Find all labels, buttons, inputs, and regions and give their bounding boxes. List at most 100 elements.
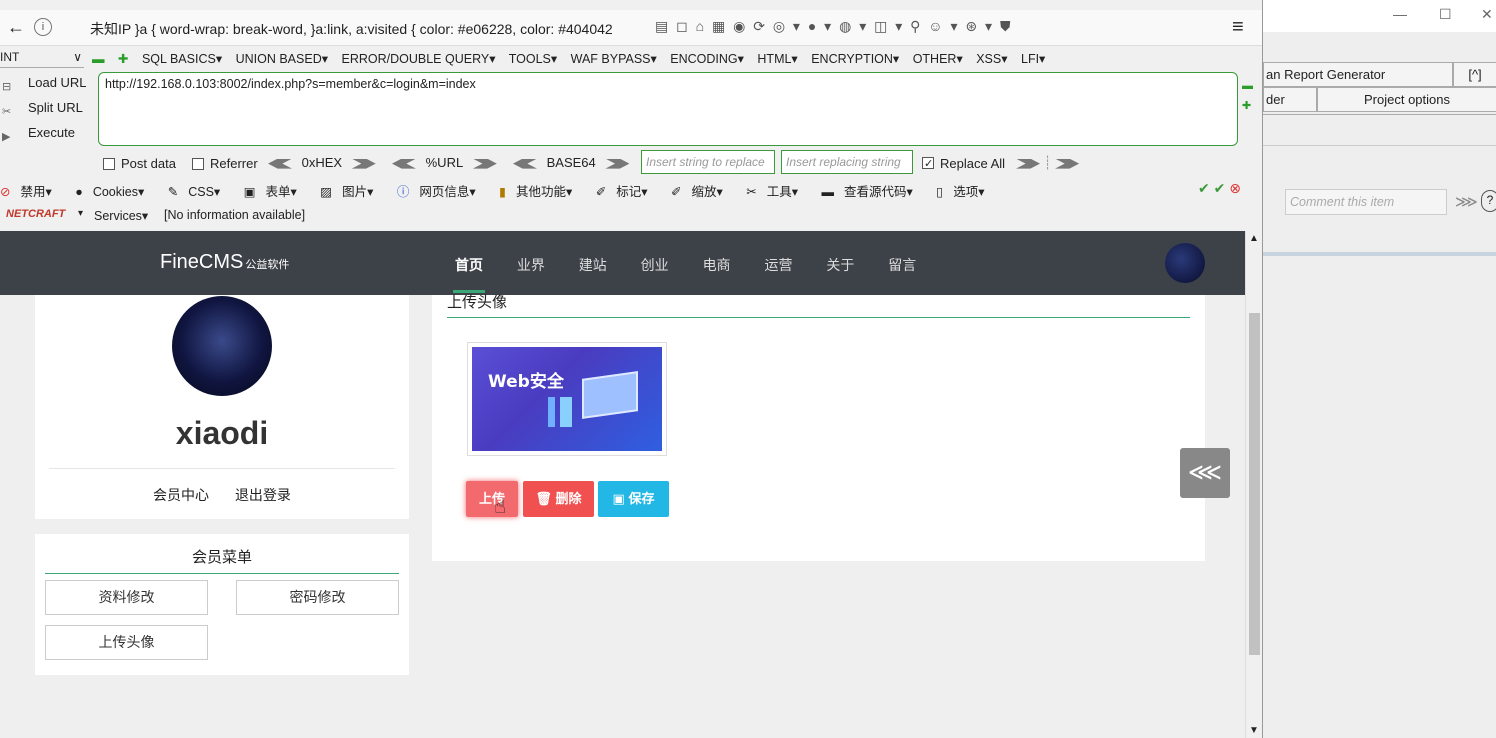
toolbar-extension-icons[interactable]: ▤ ◻ ⌂ ▦ ◉ ⟳ ◎ ▾ ● ▾ ◍ ▾ ◫ ▾ ⚲ ☺ ▾ ⊛ ▾ ⛊ bbox=[655, 18, 1012, 35]
nav-home[interactable]: 首页 bbox=[455, 257, 483, 273]
nav-startup[interactable]: 创业 bbox=[641, 257, 669, 273]
preview-monitor bbox=[582, 371, 638, 419]
menu-encryption[interactable]: ENCRYPTION▾ bbox=[811, 52, 899, 66]
plus-icon[interactable]: ✚ bbox=[118, 52, 128, 66]
menu-password-edit[interactable]: 密码修改 bbox=[236, 580, 399, 615]
nav-operations[interactable]: 运营 bbox=[764, 257, 792, 273]
menu-xss[interactable]: XSS▾ bbox=[976, 52, 1007, 66]
close-icon[interactable]: ✕ bbox=[1481, 6, 1493, 23]
webdev-disable[interactable]: ⊘ 禁用▾ bbox=[0, 185, 62, 199]
replace-string-input[interactable]: Insert string to replace bbox=[641, 150, 775, 174]
nav-build-site[interactable]: 建站 bbox=[579, 257, 607, 273]
menu-tools[interactable]: TOOLS▾ bbox=[509, 52, 557, 66]
arrow-right-icon[interactable] bbox=[1016, 158, 1040, 169]
minimize-icon[interactable]: — bbox=[1393, 6, 1407, 22]
url-box-controls[interactable]: ▬ ✚ bbox=[1242, 76, 1253, 116]
load-url-button[interactable]: ⊟ Load URL bbox=[0, 72, 96, 97]
tab-report-generator[interactable]: an Report Generator bbox=[1263, 62, 1453, 87]
check-icon[interactable]: ✔ bbox=[1214, 180, 1226, 196]
menu-upload-avatar[interactable]: 上传头像 bbox=[45, 625, 208, 660]
member-center-link[interactable]: 会员中心 bbox=[153, 487, 209, 503]
address-text[interactable]: 未知IP }a { word-wrap: break-word, }a:link… bbox=[90, 19, 650, 39]
menu-waf-bypass[interactable]: WAF BYPASS▾ bbox=[571, 52, 657, 66]
arrow-right-icon[interactable] bbox=[351, 158, 376, 169]
minus-icon[interactable]: ▬ bbox=[92, 52, 105, 66]
logout-link[interactable]: 退出登录 bbox=[235, 487, 291, 503]
replace-all-checkbox[interactable]: Replace All bbox=[922, 156, 1005, 171]
plus-icon[interactable]: ✚ bbox=[1242, 96, 1253, 116]
nav-message[interactable]: 留言 bbox=[888, 257, 916, 273]
execute-button[interactable]: ▶ Execute bbox=[0, 122, 96, 147]
hackbar-url-textarea[interactable]: http://192.168.0.103:8002/index.php?s=me… bbox=[98, 72, 1238, 146]
webdev-outline[interactable]: ✐ 标记▾ bbox=[596, 185, 658, 199]
replace-input-wrap: Insert string to replace bbox=[641, 150, 775, 174]
webdev-resize[interactable]: ✐ 缩放▾ bbox=[671, 185, 733, 199]
netcraft-logo[interactable]: NETCRAFT bbox=[6, 208, 65, 220]
nav-industry[interactable]: 业界 bbox=[517, 257, 545, 273]
scroll-thumb[interactable] bbox=[1249, 313, 1260, 655]
hex-label: 0xHEX bbox=[301, 155, 343, 170]
load-url-label: Load URL bbox=[28, 75, 87, 90]
chevron-down-icon[interactable]: ▾ bbox=[78, 208, 83, 219]
check-icon[interactable]: ✔ bbox=[1198, 180, 1210, 196]
webdev-options[interactable]: ▯ 选项▾ bbox=[936, 185, 994, 199]
menu-error-double-query[interactable]: ERROR/DOUBLE QUERY▾ bbox=[341, 52, 495, 66]
site-brand[interactable]: FineCMS 公益软件 bbox=[160, 251, 289, 274]
replacing-string-input[interactable]: Insert replacing string bbox=[781, 150, 913, 174]
menu-sql-basics[interactable]: SQL BASICS▾ bbox=[142, 52, 222, 66]
arrow-right-icon[interactable] bbox=[1055, 158, 1080, 169]
scroll-down-icon[interactable]: ▼ bbox=[1249, 725, 1259, 736]
webdev-items: ⊘ 禁用▾ ● Cookies▾ ✎ CSS▾ ▣ 表单▾ ▨ 图片▾ ⓘ 网页信息▾ ▮ 其… bbox=[0, 181, 1004, 200]
delete-button[interactable]: 🗑 删除 bbox=[523, 481, 594, 517]
arrow-left-icon[interactable] bbox=[392, 158, 416, 169]
menu-profile-edit[interactable]: 资料修改 bbox=[45, 580, 208, 615]
arrow-left-icon[interactable] bbox=[268, 158, 292, 169]
page-scrollbar[interactable]: ▲ ▼ bbox=[1245, 231, 1262, 738]
webdev-view-source[interactable]: ▬ 查看源代码▾ bbox=[822, 185, 923, 199]
monitor-icon: ▬ bbox=[821, 185, 835, 199]
webdev-tools[interactable]: ✂ 工具▾ bbox=[746, 185, 808, 199]
arrow-right-icon[interactable] bbox=[605, 158, 630, 169]
menu-html[interactable]: HTML▾ bbox=[757, 52, 797, 66]
divider bbox=[1263, 252, 1496, 256]
resize-icon: ✐ bbox=[671, 185, 682, 199]
minus-icon[interactable]: ▬ bbox=[1242, 76, 1253, 96]
menu-encoding[interactable]: ENCODING▾ bbox=[670, 52, 744, 66]
nav-about[interactable]: 关于 bbox=[826, 257, 854, 273]
menu-union-based[interactable]: UNION BASED▾ bbox=[236, 52, 328, 66]
webdev-forms[interactable]: ▣ 表单▾ bbox=[244, 185, 307, 199]
upload-button[interactable]: 上传 bbox=[466, 481, 518, 517]
nav-ecommerce[interactable]: 电商 bbox=[703, 257, 731, 273]
divider bbox=[49, 468, 395, 469]
user-avatar[interactable] bbox=[1165, 243, 1205, 283]
menu-other[interactable]: OTHER▾ bbox=[913, 52, 963, 66]
tab-project-options[interactable]: Project options bbox=[1317, 87, 1496, 112]
webdev-css[interactable]: ✎ CSS▾ bbox=[168, 185, 230, 199]
highlight-icon[interactable]: ⋙ bbox=[1455, 192, 1478, 212]
arrow-left-icon[interactable] bbox=[513, 158, 537, 169]
webdev-misc[interactable]: ▮ 其他功能▾ bbox=[499, 185, 582, 199]
webdev-images[interactable]: ▨ 图片▾ bbox=[320, 185, 383, 199]
share-button[interactable]: ⋘ bbox=[1180, 448, 1230, 498]
error-icon[interactable]: ⊗ bbox=[1229, 180, 1241, 196]
execute-label: Execute bbox=[28, 125, 75, 140]
tab-expand[interactable]: [^] bbox=[1453, 62, 1496, 87]
menu-lfi[interactable]: LFI▾ bbox=[1021, 52, 1045, 66]
webdev-page-info[interactable]: ⓘ 网页信息▾ bbox=[397, 185, 486, 199]
back-arrow-icon[interactable]: ← bbox=[4, 16, 28, 40]
comment-input[interactable]: Comment this item bbox=[1285, 189, 1447, 215]
netcraft-services[interactable]: Services▾ bbox=[94, 208, 148, 223]
hamburger-menu-icon[interactable]: ≡ bbox=[1232, 16, 1244, 39]
split-url-button[interactable]: ✂ Split URL bbox=[0, 97, 96, 122]
webdev-cookies[interactable]: ● Cookies▾ bbox=[75, 185, 154, 199]
tab-der[interactable]: der bbox=[1263, 87, 1317, 112]
maximize-icon[interactable]: ☐ bbox=[1439, 6, 1452, 23]
hackbar-select[interactable]: INT ∨ bbox=[0, 50, 84, 68]
scroll-up-icon[interactable]: ▲ bbox=[1249, 233, 1259, 244]
arrow-right-icon[interactable] bbox=[472, 158, 497, 169]
help-icon[interactable]: ? bbox=[1481, 190, 1496, 212]
save-button[interactable]: ▣ 保存 bbox=[598, 481, 669, 517]
referrer-checkbox[interactable]: Referrer bbox=[192, 156, 258, 171]
info-icon[interactable]: i bbox=[34, 18, 52, 36]
post-data-checkbox[interactable]: Post data bbox=[103, 156, 176, 171]
